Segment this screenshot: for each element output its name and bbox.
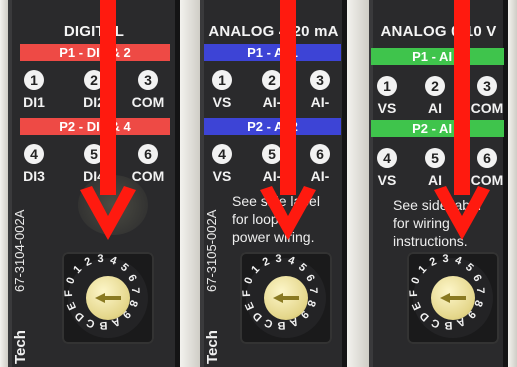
module-gap: [180, 0, 200, 367]
dial-knob[interactable]: [431, 276, 475, 320]
terminal-1: 1 VS: [369, 76, 407, 116]
rotary-address-switch[interactable]: 0123456789ABCDEF: [62, 252, 154, 344]
part-number: 67-3104-002A: [12, 209, 27, 292]
terminal-number: 3: [138, 70, 158, 90]
terminal-label: VS: [212, 94, 232, 110]
dial-knob[interactable]: [264, 276, 308, 320]
dial-position-B: B: [444, 318, 453, 332]
terminal-1: 1 VS: [202, 70, 242, 110]
dial-position-F: F: [407, 289, 421, 298]
brand-logo-text: Tech: [12, 330, 29, 364]
rotary-switch-arrow-icon: [95, 293, 121, 303]
dial-position-B: B: [99, 318, 108, 332]
module-gap: [0, 0, 8, 367]
terminal-number: 1: [377, 76, 397, 96]
rotary-switch-arrow-icon: [440, 293, 466, 303]
terminal-label: VS: [377, 172, 397, 188]
terminal-number: 4: [24, 144, 44, 164]
terminal-label: VS: [212, 168, 232, 184]
rotary-switch-arrow-icon: [273, 293, 299, 303]
terminal-4: 4 DI3: [14, 144, 54, 184]
dial-position-7: 7: [128, 287, 142, 294]
down-arrow-pointer-icon: [80, 0, 136, 240]
module-gap: [347, 0, 369, 367]
dial-position-7: 7: [473, 287, 487, 294]
terminal-number: 1: [24, 70, 44, 90]
terminal-number: 1: [212, 70, 232, 90]
down-arrow-pointer-icon: [260, 0, 316, 240]
terminal-label: VS: [377, 100, 397, 116]
terminal-4: 4 VS: [369, 148, 407, 188]
module-gap: [508, 0, 517, 367]
module-photo: DIGITAL P1 - DI1 & 2 1 DI1 2 DI2 3 COM P…: [0, 0, 517, 367]
terminal-4: 4 VS: [202, 144, 242, 184]
rotary-address-switch[interactable]: 0123456789ABCDEF: [240, 252, 332, 344]
dial-knob[interactable]: [86, 276, 130, 320]
terminal-label: DI3: [23, 168, 45, 184]
dial-position-B: B: [277, 318, 286, 332]
down-arrow-pointer-icon: [434, 0, 490, 240]
terminal-number: 6: [138, 144, 158, 164]
terminal-number: 4: [212, 144, 232, 164]
terminal-1: 1 DI1: [14, 70, 54, 110]
dial-position-F: F: [240, 289, 254, 298]
part-number: 67-3105-002A: [204, 209, 219, 292]
terminal-number: 4: [377, 148, 397, 168]
terminal-label: DI1: [23, 94, 45, 110]
dial-position-7: 7: [306, 287, 320, 294]
brand-logo-text: Tech: [204, 330, 221, 364]
dial-position-F: F: [62, 289, 76, 298]
rotary-address-switch[interactable]: 0123456789ABCDEF: [407, 252, 499, 344]
